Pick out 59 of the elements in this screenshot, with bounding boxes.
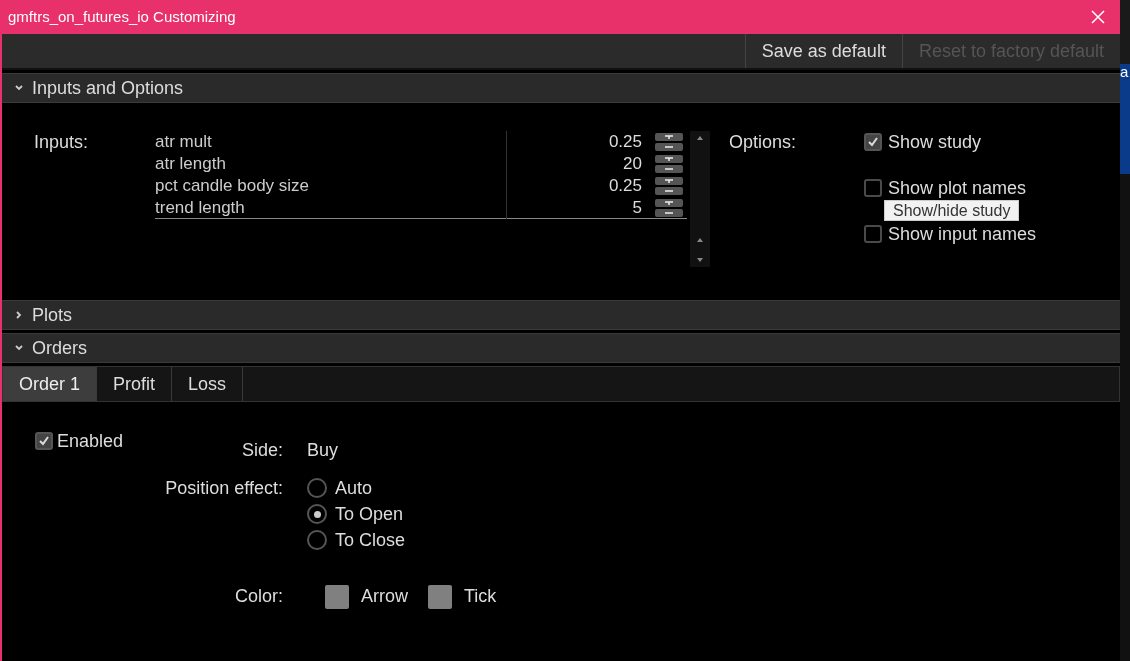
color-swatch[interactable] — [428, 584, 452, 609]
radio-label[interactable]: To Close — [335, 526, 406, 554]
position-effect-label: Position effect: — [164, 477, 283, 500]
input-name: pct candle body size — [155, 175, 507, 197]
side-value: Buy — [307, 438, 339, 462]
spinner-icon[interactable] — [655, 155, 683, 173]
chevron-down-icon — [14, 83, 24, 93]
input-value[interactable]: 0.25 — [507, 131, 642, 153]
checkbox[interactable] — [864, 179, 882, 197]
radio-button[interactable] — [307, 530, 327, 550]
check-icon — [867, 136, 879, 148]
window-title: gmftrs_on_futures_io Customizing — [8, 6, 236, 27]
options-label: Options: — [729, 131, 798, 154]
checkbox[interactable] — [864, 133, 882, 151]
color-label: Color: — [234, 585, 283, 608]
inputs-label: Inputs: — [33, 131, 90, 154]
section-title: Orders — [32, 336, 87, 360]
section-header[interactable]: Orders — [2, 333, 1120, 363]
check-icon — [38, 435, 50, 447]
section-title: Plots — [32, 303, 73, 327]
chevron-right-icon — [14, 310, 24, 320]
option-label[interactable]: Show plot names — [888, 177, 1027, 199]
spinner-icon[interactable] — [655, 177, 683, 195]
input-name: trend length — [155, 196, 507, 219]
scroll-up-icon[interactable] — [696, 237, 704, 243]
radio-button[interactable] — [307, 504, 327, 524]
tab[interactable]: Profit — [97, 367, 173, 401]
tooltip: Show/hide study — [884, 200, 1020, 221]
background-text: a — [1120, 64, 1129, 79]
input-name: atr mult — [155, 131, 507, 153]
radio-label[interactable]: Auto — [335, 474, 373, 502]
radio-button[interactable] — [307, 478, 327, 498]
enabled-label[interactable]: Enabled — [57, 432, 124, 450]
scrollbar[interactable] — [690, 131, 710, 267]
chevron-down-icon — [14, 343, 24, 353]
side-label: Side: — [240, 438, 283, 462]
input-name: atr length — [155, 153, 507, 175]
checkbox[interactable] — [35, 432, 53, 450]
input-value[interactable]: 0.25 — [507, 175, 642, 197]
scroll-down-icon[interactable] — [696, 257, 704, 263]
checkbox[interactable] — [864, 225, 882, 243]
option-label[interactable]: Show input names — [888, 223, 1037, 245]
input-value[interactable]: 20 — [507, 153, 642, 175]
spinner-icon[interactable] — [655, 133, 683, 151]
color-swatch-label: Tick — [464, 585, 497, 608]
input-value[interactable]: 5 — [507, 196, 642, 219]
section-header[interactable]: Inputs and Options — [2, 73, 1120, 103]
toolbar-button[interactable]: Save as default — [744, 34, 902, 68]
tab[interactable]: Loss — [172, 367, 244, 401]
spinner-icon[interactable] — [655, 198, 683, 217]
color-swatch-label: Arrow — [361, 585, 408, 608]
scroll-up-icon[interactable] — [696, 135, 704, 141]
section-header[interactable]: Plots — [2, 300, 1120, 330]
section-title: Inputs and Options — [32, 76, 184, 100]
tab[interactable]: Order 1 — [3, 367, 98, 401]
close-icon — [1091, 10, 1105, 24]
option-label[interactable]: Show study — [888, 131, 982, 153]
color-swatch[interactable] — [325, 584, 349, 609]
radio-label[interactable]: To Open — [335, 500, 404, 528]
